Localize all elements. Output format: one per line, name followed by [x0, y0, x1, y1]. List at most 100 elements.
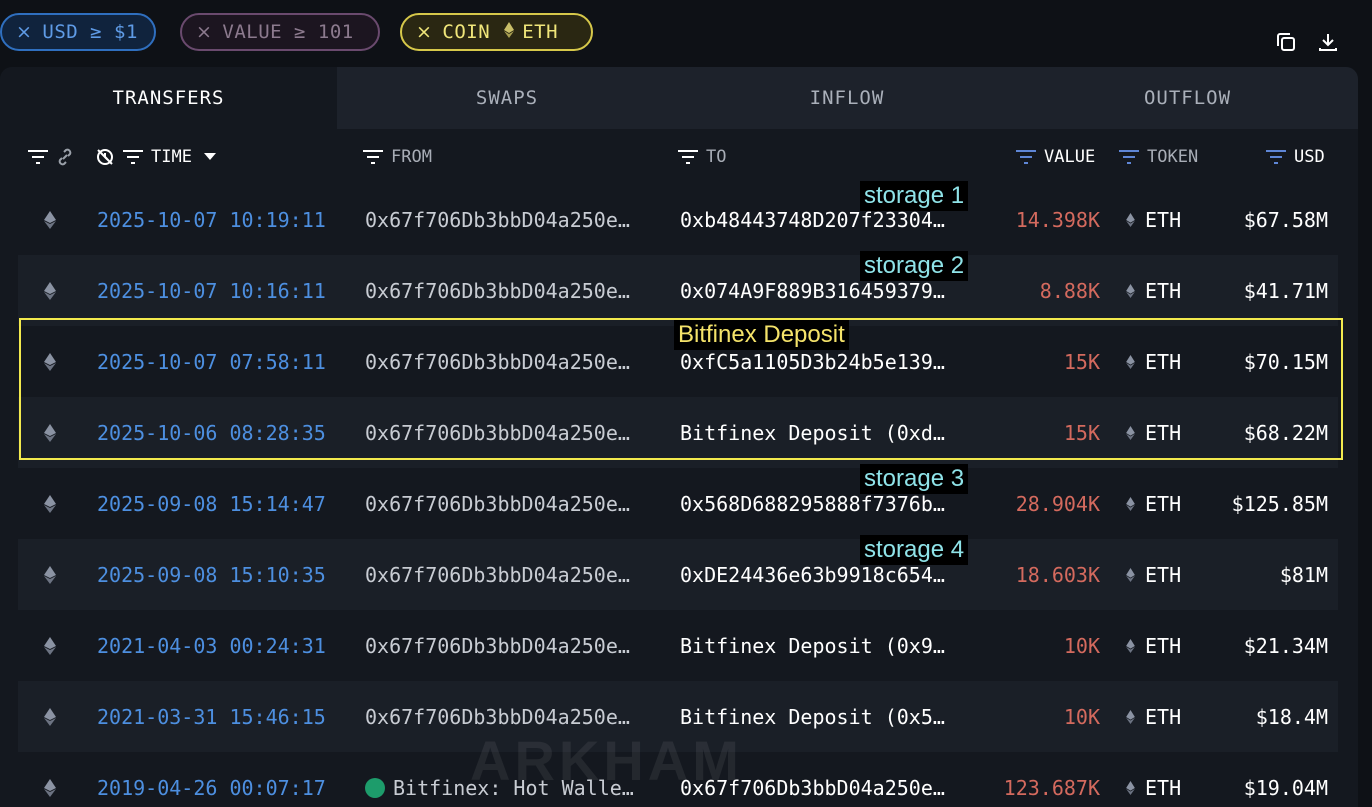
from-address[interactable]: 0x67f706Db3bbD04a250e… [365, 468, 655, 539]
column-label: VALUE [1044, 146, 1096, 167]
token-symbol: ETH [1145, 562, 1182, 587]
tab-outflow[interactable]: OUTFLOW [1017, 67, 1358, 129]
table-row[interactable]: 2025-09-08 15:14:47 0x67f706Db3bbD04a250… [0, 468, 1358, 539]
filter-icon [28, 149, 48, 164]
filter-label: COIN [442, 21, 491, 43]
column-usd[interactable]: USD [1266, 129, 1325, 184]
eth-icon [44, 610, 64, 681]
from-address[interactable]: 0x67f706Db3bbD04a250e… [365, 539, 655, 610]
eth-icon [44, 255, 64, 326]
from-address[interactable]: 0x67f706Db3bbD04a250e… [365, 255, 655, 326]
sort-down-icon [203, 152, 216, 160]
usd-amount: $67.58M [1243, 207, 1328, 232]
eth-icon [1126, 279, 1135, 303]
column-time[interactable]: TIME [95, 129, 224, 184]
eth-icon [1126, 705, 1135, 729]
table-header: TIME FROM TO VALUE TOKEN USD [0, 129, 1358, 184]
filter-icon [123, 149, 143, 164]
token-symbol: ETH [1145, 207, 1182, 232]
tab-swaps[interactable]: SWAPS [337, 67, 677, 129]
token-symbol: ETH [1145, 491, 1182, 516]
copy-icon[interactable] [1274, 30, 1298, 54]
transfers-table: 2025-10-07 10:19:11 0x67f706Db3bbD04a250… [0, 184, 1358, 807]
annotation-storage-1: storage 1 [860, 181, 969, 211]
usd-amount: $41.71M [1243, 278, 1328, 303]
time-link[interactable]: 2025-09-08 15:14:47 [97, 468, 326, 539]
table-row[interactable]: 2025-10-07 10:16:11 0x67f706Db3bbD04a250… [18, 255, 1338, 326]
link-icon [58, 148, 72, 165]
token-symbol: ETH [1145, 775, 1182, 800]
from-address[interactable]: 0x67f706Db3bbD04a250e… [365, 610, 655, 681]
time-link[interactable]: 2025-09-08 15:10:35 [97, 539, 326, 610]
remove-filter-icon[interactable]: × [16, 21, 32, 43]
highlight-box [19, 318, 1343, 460]
annotation-storage-2: storage 2 [860, 251, 969, 281]
filter-bar: × USD ≥ $1 × VALUE ≥ 101 × COIN ETH [0, 13, 1372, 53]
token-cell[interactable]: ETH [1126, 610, 1206, 681]
eth-icon [44, 468, 64, 539]
to-address[interactable]: Bitfinex Deposit (0x9… [680, 610, 970, 681]
usd-amount: $81M [1279, 562, 1328, 587]
download-icon[interactable] [1316, 30, 1340, 54]
token-cell[interactable]: ETH [1126, 255, 1206, 326]
table-row[interactable]: 2025-09-08 15:10:35 0x67f706Db3bbD04a250… [18, 539, 1338, 610]
time-link[interactable]: 2025-10-07 10:19:11 [97, 184, 326, 255]
tab-bar: TRANSFERS SWAPS INFLOW OUTFLOW [0, 67, 1358, 129]
value-amount: 28.904K [1015, 491, 1100, 516]
token-cell[interactable]: ETH [1126, 184, 1206, 255]
token-cell[interactable]: ETH [1126, 468, 1206, 539]
column-label: TO [706, 146, 727, 167]
value-amount: 8.88K [1039, 278, 1100, 303]
filter-icon [1119, 149, 1139, 164]
value-amount: 14.398K [1015, 207, 1100, 232]
column-label: USD [1294, 146, 1325, 167]
usd-amount: $125.85M [1231, 491, 1328, 516]
value-amount: 123.687K [1003, 775, 1100, 800]
eth-icon [1126, 776, 1135, 800]
table-row[interactable]: 2025-10-07 10:19:11 0x67f706Db3bbD04a250… [0, 184, 1358, 255]
filter-link-header[interactable] [28, 129, 82, 184]
column-label: TOKEN [1147, 146, 1199, 167]
tab-transfers[interactable]: TRANSFERS [0, 67, 337, 129]
eth-icon [1126, 208, 1135, 232]
column-label: FROM [391, 146, 432, 167]
filter-chip-usd[interactable]: × USD ≥ $1 [0, 13, 156, 51]
eth-icon [1126, 634, 1135, 658]
arkham-watermark: ARKHAM [470, 729, 743, 792]
eth-icon [1126, 563, 1135, 587]
usd-amount: $19.04M [1243, 775, 1328, 800]
usd-amount: $18.4M [1255, 704, 1328, 729]
filter-icon [678, 149, 698, 164]
filter-icon [1016, 149, 1036, 164]
time-link[interactable]: 2025-10-07 10:16:11 [97, 255, 326, 326]
remove-filter-icon[interactable]: × [196, 21, 212, 43]
token-cell[interactable]: ETH [1126, 539, 1206, 610]
value-amount: 10K [1063, 633, 1100, 658]
annotation-storage-4: storage 4 [860, 535, 969, 565]
column-value[interactable]: VALUE [1016, 129, 1095, 184]
column-to[interactable]: TO [678, 129, 726, 184]
remove-filter-icon[interactable]: × [416, 21, 432, 43]
table-row[interactable]: 2021-04-03 00:24:31 0x67f706Db3bbD04a250… [0, 610, 1358, 681]
from-address[interactable]: 0x67f706Db3bbD04a250e… [365, 184, 655, 255]
time-link[interactable]: 2021-03-31 15:46:15 [97, 681, 326, 752]
toolbar [1274, 30, 1340, 54]
token-symbol: ETH [1145, 278, 1182, 303]
time-link[interactable]: 2019-04-26 00:07:17 [97, 752, 326, 807]
column-from[interactable]: FROM [363, 129, 432, 184]
token-symbol: ETH [1145, 633, 1182, 658]
time-link[interactable]: 2021-04-03 00:24:31 [97, 610, 326, 681]
token-cell[interactable]: ETH [1126, 752, 1206, 807]
eth-icon [44, 681, 64, 752]
tab-inflow[interactable]: INFLOW [677, 67, 1017, 129]
eth-icon [44, 752, 64, 807]
filter-chip-value[interactable]: × VALUE ≥ 101 [180, 13, 380, 51]
eth-icon [44, 184, 64, 255]
column-token[interactable]: TOKEN [1119, 129, 1198, 184]
filter-icon [363, 149, 383, 164]
value-amount: 10K [1063, 704, 1100, 729]
filter-chip-coin[interactable]: × COIN ETH [400, 13, 593, 51]
token-cell[interactable]: ETH [1126, 681, 1206, 752]
value-amount: 18.603K [1015, 562, 1100, 587]
filter-coin-value: ETH [522, 21, 559, 43]
